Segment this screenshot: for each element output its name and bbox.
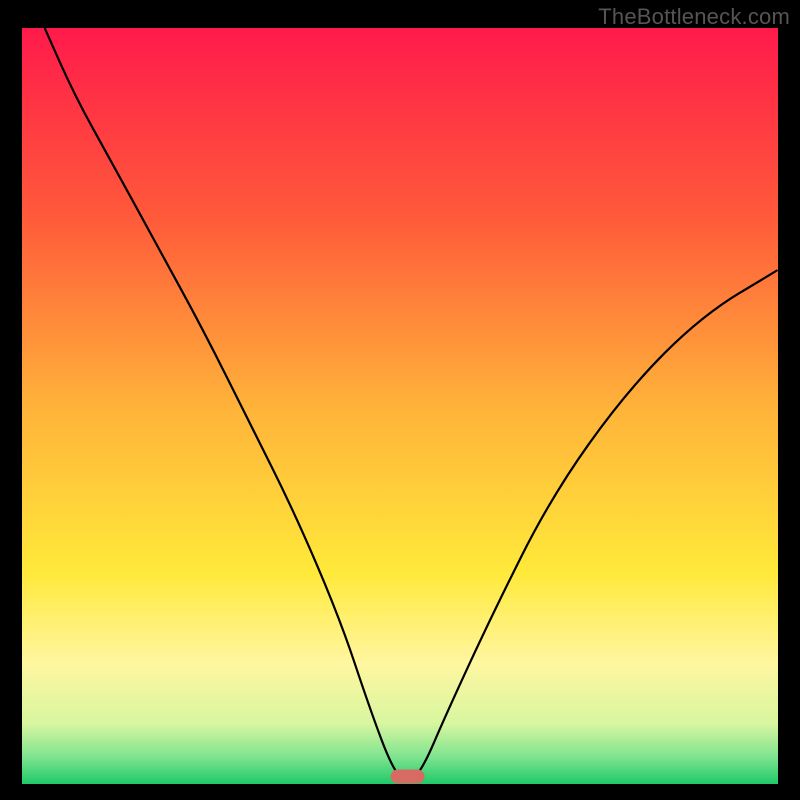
chart-frame: TheBottleneck.com	[0, 0, 800, 800]
bottleneck-plot	[22, 28, 778, 784]
plot-svg	[22, 28, 778, 784]
watermark-text: TheBottleneck.com	[598, 4, 790, 30]
min-marker	[391, 769, 425, 783]
plot-background	[22, 28, 778, 784]
